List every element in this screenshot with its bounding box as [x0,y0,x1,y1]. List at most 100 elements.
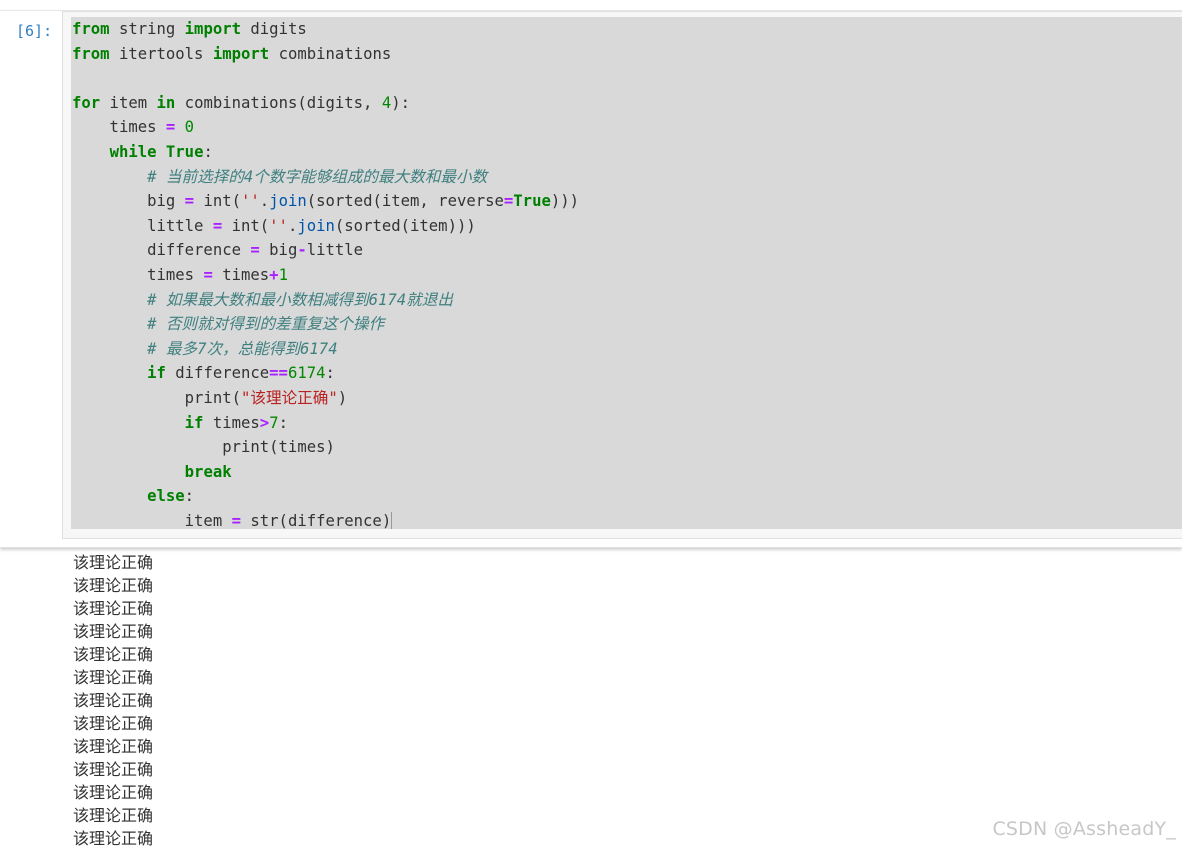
code-token: join [269,192,307,211]
code-line: # 如果最大数和最小数相减得到6174就退出 [71,288,1182,313]
code-line: break [71,460,1182,485]
code-token: print(times) [72,438,335,457]
code-line: # 否则就对得到的差重复这个操作 [71,312,1182,337]
code-token: times [72,118,166,137]
code-token: import [212,44,270,63]
cell-prompt: [6]: [16,22,53,40]
code-token: little [72,216,213,235]
code-token: = [250,241,260,260]
code-line: for item in combinations(digits, 4): [71,91,1182,116]
code-line: times = 0 [71,115,1182,140]
code-token: combinations(digits, [175,93,382,112]
code-token: . [259,192,270,211]
code-editor[interactable]: from string import digits from itertools … [71,17,1182,529]
code-token: 1 [278,265,288,284]
code-token: combinations [269,44,392,63]
code-token: 7 [269,413,279,432]
code-token: > [259,413,270,432]
code-line: print("该理论正确") [71,386,1182,411]
code-token: 4 [381,93,392,112]
code-token: # 当前选择的4个数字能够组成的最大数和最小数 [147,167,488,186]
code-token: in [156,93,176,112]
code-token: # 最多7次，总能得到6174 [147,339,338,358]
code-token: 0 [184,118,195,137]
code-token: int( [222,216,270,235]
output-line: 该理论正确 [73,691,154,710]
output-line: 该理论正确 [73,737,154,756]
code-token: big [259,241,298,260]
code-token: else [147,487,185,506]
code-token: difference [72,241,251,260]
output-line: 该理论正确 [73,714,154,733]
code-line: if difference==6174: [71,361,1182,386]
code-token: "该理论正确" [241,388,338,407]
code-line: from string import digits [71,17,1182,42]
cell-output: 该理论正确 该理论正确 该理论正确 该理论正确 该理论正确 该理论正确 该理论正确 该理论正确… [73,551,153,846]
code-token: : [203,142,213,161]
code-token: break [184,462,232,481]
code-token: item [100,93,157,112]
code-line: big = int(''.join(sorted(item, reverse=T… [71,189,1182,214]
code-token: from [72,44,110,63]
code-line: else: [71,484,1182,509]
code-token: = [503,192,514,211]
code-token: little [306,241,364,260]
code-token: if [147,364,166,383]
code-token: == [269,364,288,383]
code-token: join [297,216,335,235]
code-token: times [72,265,204,284]
code-line: from itertools import combinations [71,42,1182,67]
code-line: # 当前选择的4个数字能够组成的最大数和最小数 [71,165,1182,190]
code-token: itertools [109,44,213,63]
code-token: if [184,413,204,432]
code-token: True [513,192,551,211]
code-token: item [72,511,232,529]
code-token: # 否则就对得到的差重复这个操作 [147,315,385,334]
watermark: CSDN @AssheadY_ [992,818,1176,840]
code-token: int( [194,192,242,211]
code-token: . [287,216,298,235]
output-line: 该理论正确 [73,599,154,618]
code-token: import [184,20,242,38]
code-line: while True: [71,140,1182,165]
code-line: item = str(difference) [71,509,1182,529]
code-token: ) [337,388,348,407]
code-token: = [212,216,223,235]
code-token: from [72,20,110,38]
notebook-code-cell[interactable]: [6]: from string import digits from itert… [0,10,1182,548]
code-token: difference [165,364,270,383]
code-token: times [212,265,270,284]
code-token: = [165,118,176,137]
code-token: : [184,487,195,506]
output-line: 该理论正确 [73,829,154,846]
code-token: = [184,192,195,211]
code-token: while [109,142,157,161]
code-token: = [203,265,213,284]
output-line: 该理论正确 [73,645,154,664]
code-line: difference = big-little [71,238,1182,263]
code-token: : [278,413,288,432]
output-line: 该理论正确 [73,806,154,825]
code-token: # 如果最大数和最小数相减得到6174就退出 [147,290,453,309]
code-token: times [203,413,260,432]
output-line: 该理论正确 [73,783,154,802]
code-token: big [72,192,185,211]
code-token: : [325,364,335,383]
code-token: = [231,511,241,529]
output-line: 该理论正确 [73,576,154,595]
code-token: ))) [550,192,580,211]
code-token: True [165,142,204,161]
code-token: digits [241,20,307,38]
code-token: '' [269,216,288,235]
